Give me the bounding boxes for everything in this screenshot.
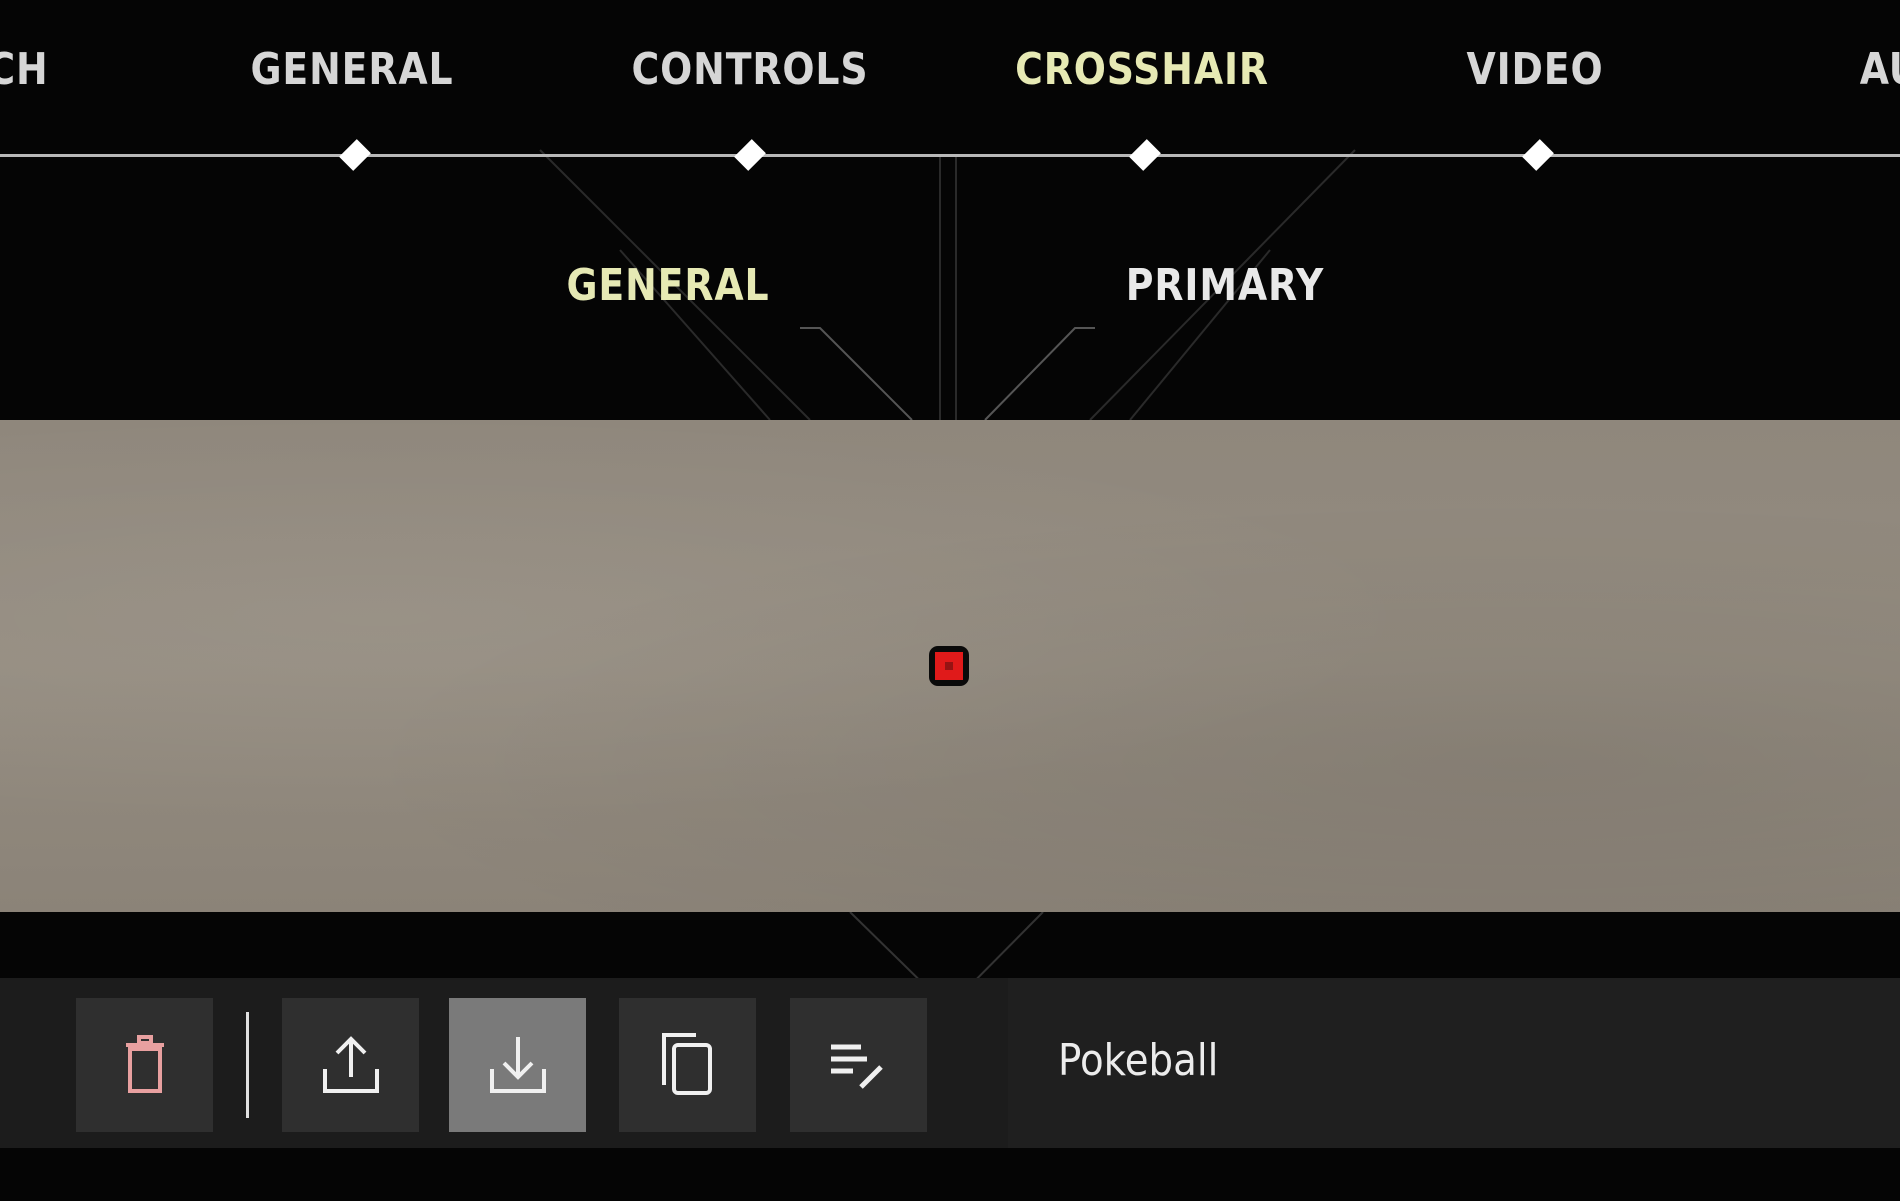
profile-name-field[interactable]: Pokeball — [1008, 978, 1900, 1148]
nav-track-line — [0, 154, 1900, 157]
rename-icon — [830, 1044, 883, 1089]
copy-icon — [661, 1033, 712, 1095]
subtab-general[interactable]: GENERAL — [567, 260, 770, 311]
trash-icon — [125, 1035, 164, 1093]
diamond-marker-icon — [734, 139, 766, 171]
delete-profile-button[interactable] — [76, 998, 213, 1132]
top-nav: CH GENERAL CONTROLS CROSSHAIR VIDEO AU — [0, 0, 1900, 200]
crosshair-preview-icon — [929, 646, 969, 686]
tab-crosshair[interactable]: CROSSHAIR — [1015, 44, 1269, 95]
diamond-marker-icon — [1129, 139, 1161, 171]
profile-toolbar: Pokeball — [0, 978, 1900, 1148]
diamond-marker-icon — [339, 139, 371, 171]
tab-audio-partial[interactable]: AU — [1860, 44, 1900, 95]
tab-general[interactable]: GENERAL — [251, 44, 454, 95]
upload-icon — [322, 1036, 379, 1093]
profile-name: Pokeball — [1058, 1034, 1219, 1086]
export-profile-button[interactable] — [282, 998, 419, 1132]
tab-partial-left[interactable]: CH — [0, 44, 49, 95]
toolbar-divider — [246, 1012, 249, 1118]
subtab-primary[interactable]: PRIMARY — [1126, 260, 1324, 311]
sub-nav: GENERAL PRIMARY — [0, 250, 1900, 320]
diamond-marker-icon — [1522, 139, 1554, 171]
import-profile-button[interactable] — [449, 998, 586, 1132]
tab-video[interactable]: VIDEO — [1466, 44, 1603, 95]
tab-controls[interactable]: CONTROLS — [632, 44, 869, 95]
rename-profile-button[interactable] — [790, 998, 927, 1132]
duplicate-profile-button[interactable] — [619, 998, 756, 1132]
download-icon — [489, 1037, 546, 1093]
